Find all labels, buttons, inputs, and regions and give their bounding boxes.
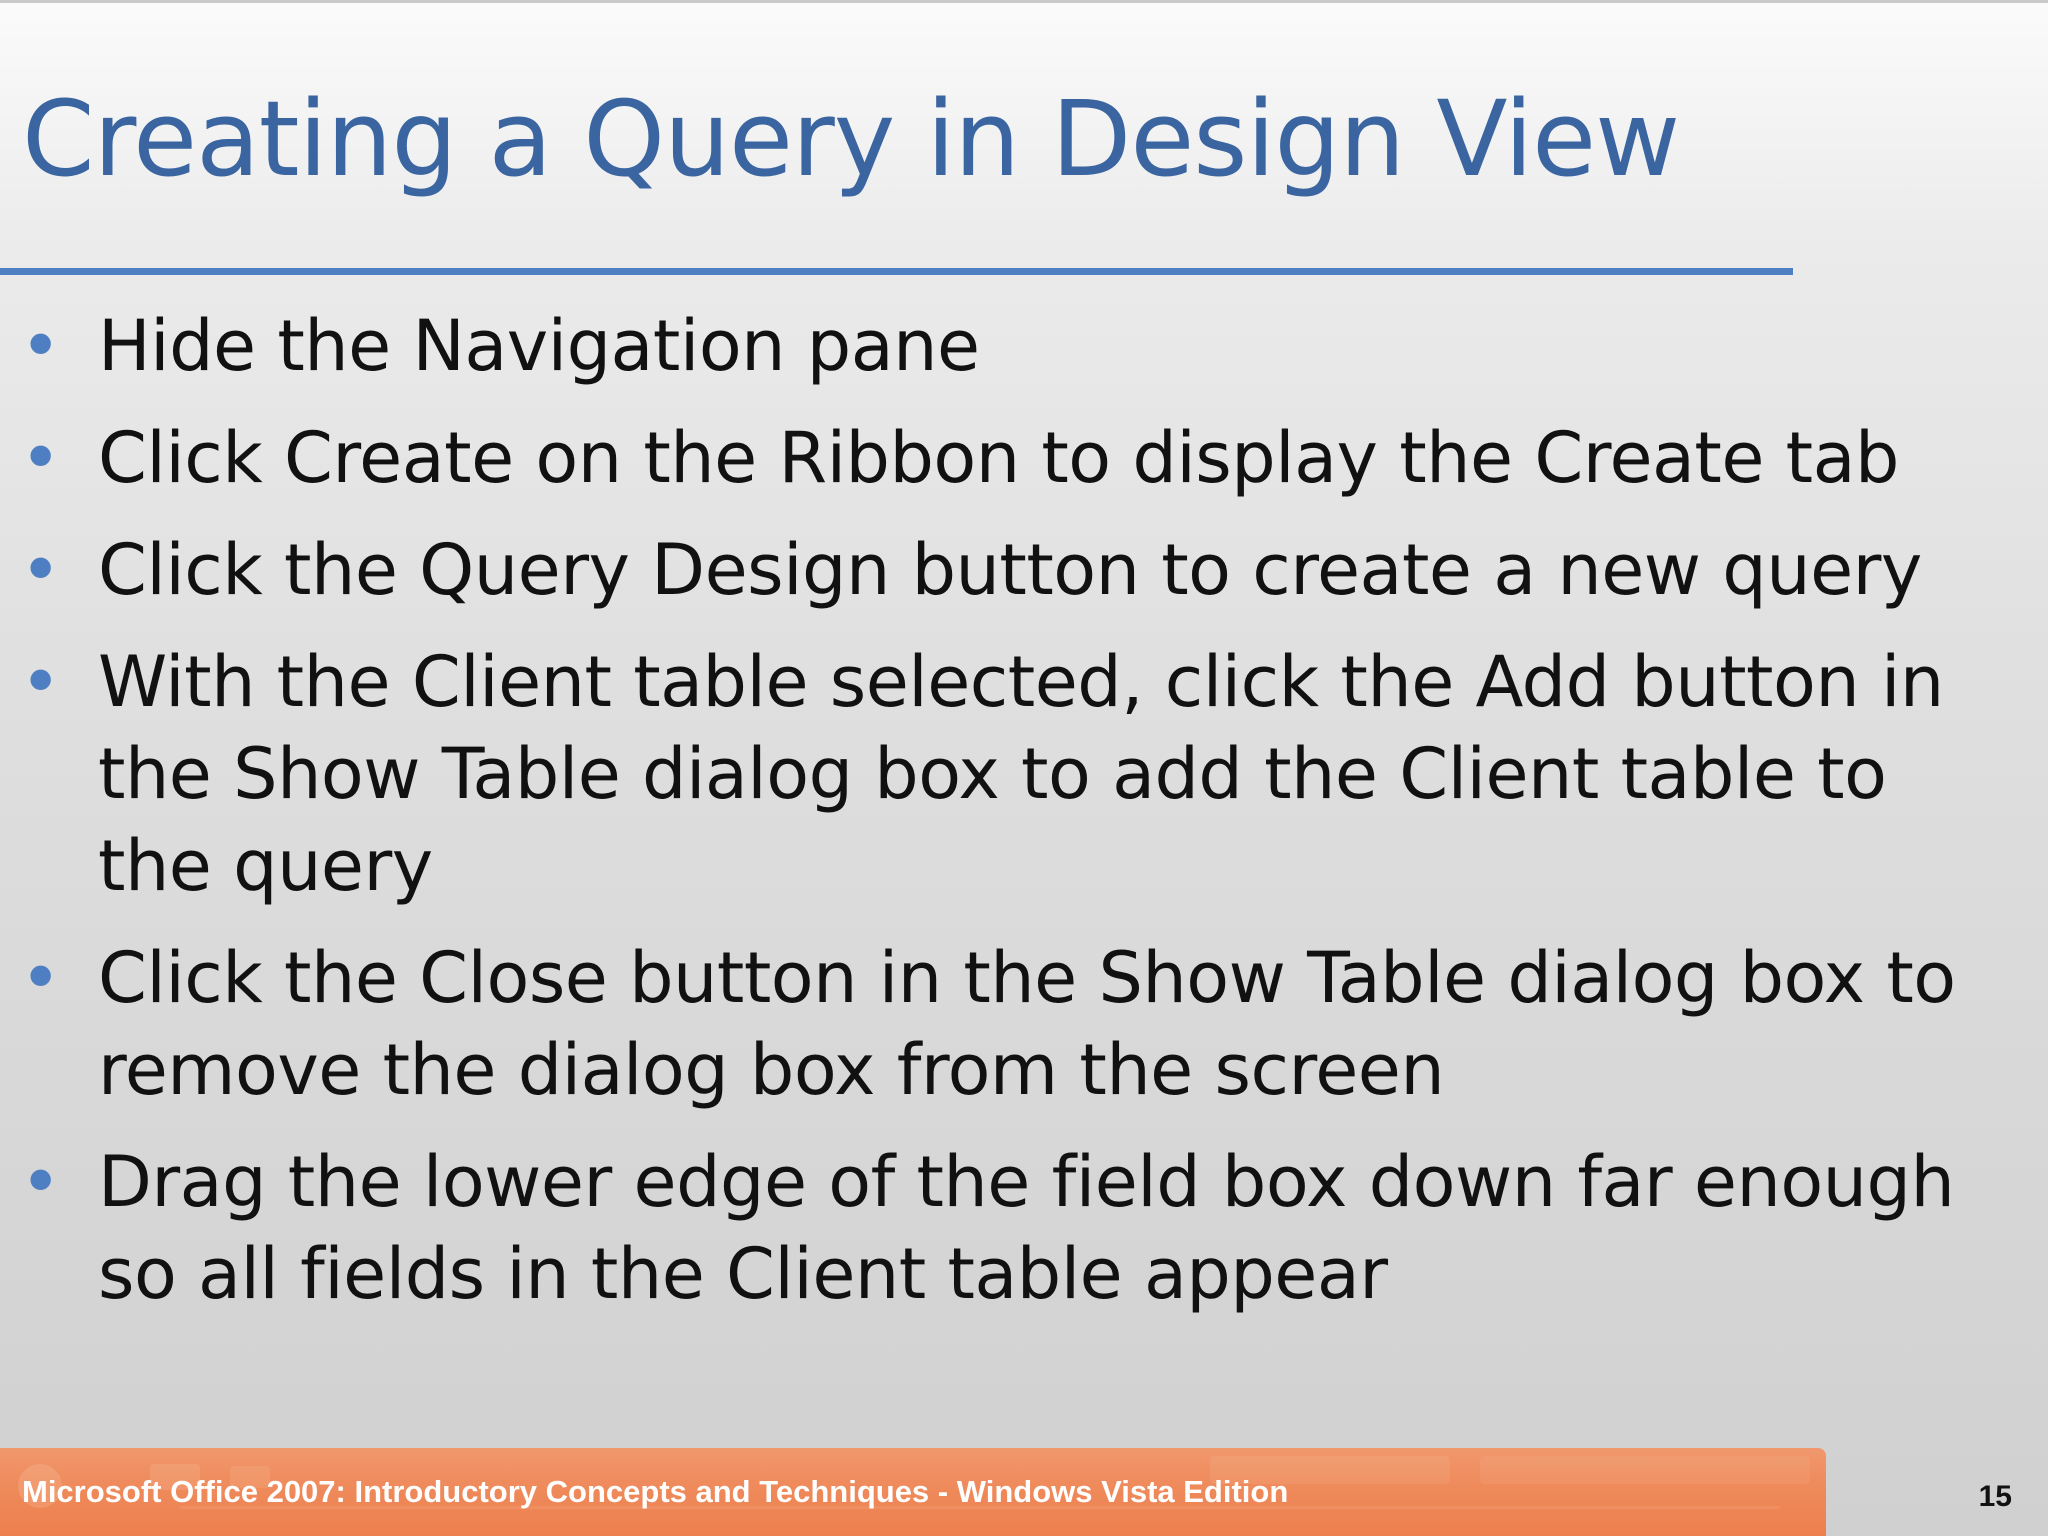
bullet-text: Hide the Navigation pane (98, 305, 980, 387)
bullet-list: • Hide the Navigation pane • Click Creat… (0, 300, 1960, 1340)
bullet-item: • Click the Query Design button to creat… (0, 524, 1960, 616)
title-underline (0, 268, 1793, 275)
bullet-item: • Click the Close button in the Show Tab… (0, 932, 1960, 1116)
bullet-text: Click the Close button in the Show Table… (98, 937, 1956, 1111)
footer-text: Microsoft Office 2007: Introductory Conc… (22, 1474, 1289, 1509)
bullet-marker: • (20, 937, 61, 1019)
footer-bar: Microsoft Office 2007: Introductory Conc… (0, 1448, 1826, 1536)
slide-title: Creating a Query in Design View (22, 78, 1680, 200)
bullet-item: • Click Create on the Ribbon to display … (0, 412, 1960, 504)
bullet-marker: • (20, 641, 61, 723)
bullet-text: Drag the lower edge of the field box dow… (98, 1141, 1955, 1315)
bullet-text: Click the Query Design button to create … (98, 529, 1922, 611)
bullet-marker: • (20, 529, 61, 611)
bullet-item: • With the Client table selected, click … (0, 636, 1960, 912)
bullet-text: With the Client table selected, click th… (98, 641, 1944, 907)
page-number: 15 (1978, 1480, 2012, 1513)
bullet-item: • Drag the lower edge of the field box d… (0, 1136, 1960, 1320)
bullet-marker: • (20, 1141, 61, 1223)
bullet-text: Click Create on the Ribbon to display th… (98, 417, 1899, 499)
slide-top-border (0, 0, 2048, 3)
bullet-marker: • (20, 305, 61, 387)
bullet-item: • Hide the Navigation pane (0, 300, 1960, 392)
bullet-marker: • (20, 417, 61, 499)
